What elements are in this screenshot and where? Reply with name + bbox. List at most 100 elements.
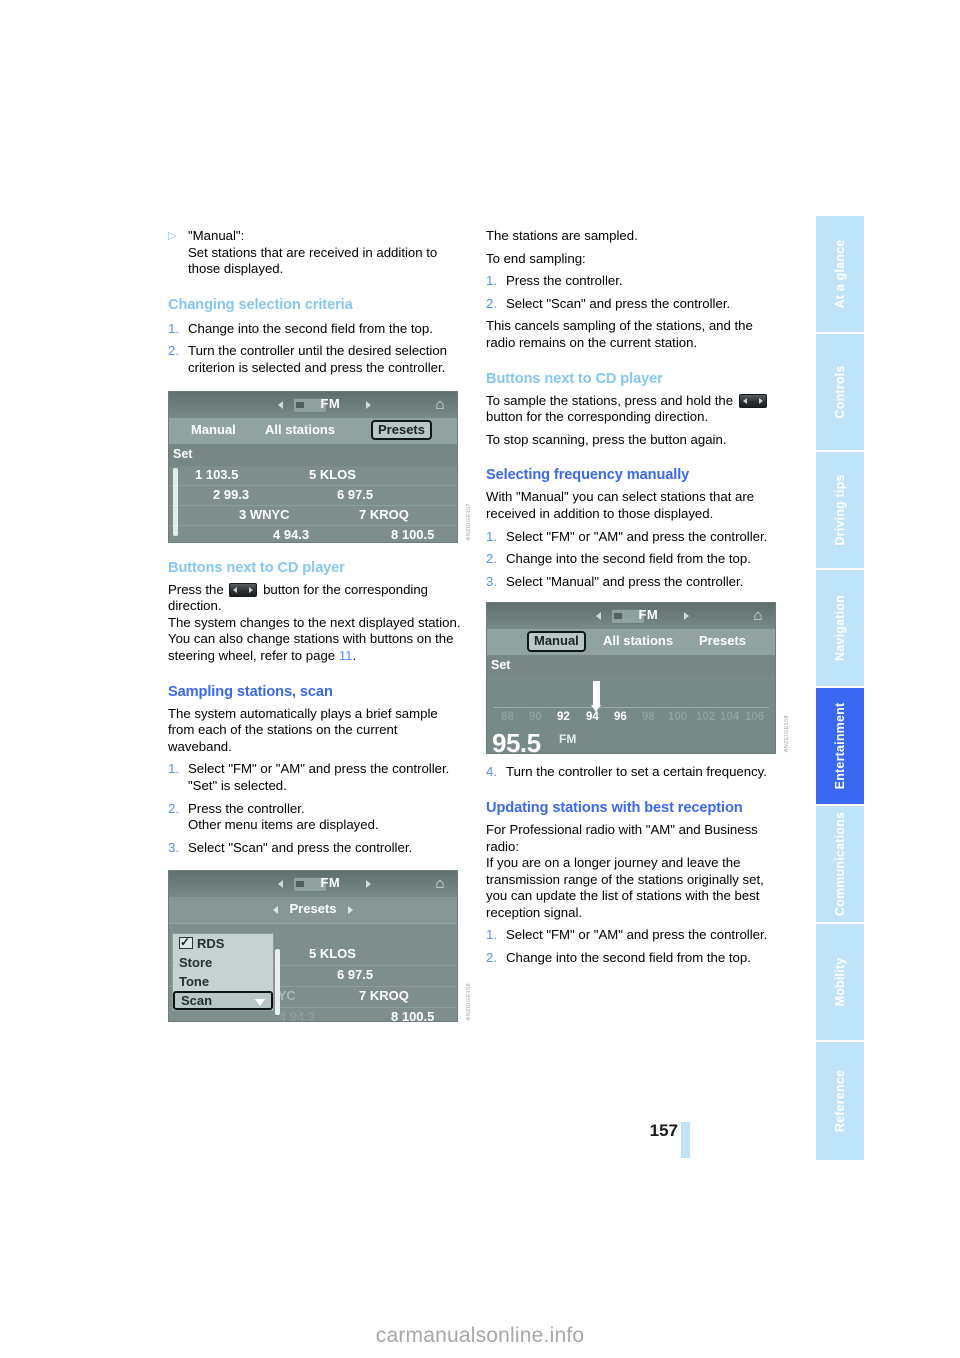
sidebar-tab-label: Driving tips xyxy=(833,474,847,546)
screen-scrollbar[interactable] xyxy=(173,467,178,536)
left-column: ▷ "Manual": Set stations that are receiv… xyxy=(168,228,472,1023)
sidebar-tab-label: Communications xyxy=(833,811,847,917)
step-sub: Other menu items are displayed. xyxy=(188,817,379,833)
menu-item-manual[interactable]: Manual xyxy=(527,631,586,652)
prev-arrow-icon[interactable] xyxy=(596,612,602,621)
preset-left: 3 WNYC xyxy=(239,506,290,522)
chevron-down-icon xyxy=(255,999,265,1007)
preset-right: 6 97.5 xyxy=(337,967,374,983)
dropdown-item-rds[interactable]: RDS xyxy=(173,933,273,953)
paragraph-with-manual: With "Manual" you can select stations th… xyxy=(486,489,755,521)
press-the-text: Press the xyxy=(168,581,224,597)
list-item-sampling-3: 3. Select "Scan" and press the controlle… xyxy=(168,840,464,857)
radio-screen-presets: FM ⌂ Manual All stations Presets Set 1 1… xyxy=(168,390,458,543)
bullet-manual: ▷ "Manual": Set stations that are receiv… xyxy=(168,228,464,278)
preset-row[interactable]: 3 WNYC 7 KROQ xyxy=(169,505,457,526)
preset-right: 8 100.5 xyxy=(391,1009,435,1023)
band-label: FM xyxy=(638,607,659,623)
menu-item-all-stations[interactable]: All stations xyxy=(603,633,673,650)
next-arrow-icon[interactable] xyxy=(365,400,371,409)
dropdown-item-store[interactable]: Store xyxy=(173,953,273,972)
prev-arrow-icon[interactable] xyxy=(278,400,284,409)
set-label[interactable]: Set xyxy=(173,446,192,463)
paragraph-press-button: Press the button for the corresponding d… xyxy=(168,582,464,615)
step-number: 3. xyxy=(486,573,497,589)
paragraph-stations-sampled: The stations are sampled. xyxy=(486,228,638,243)
freq-tick-102: 102 xyxy=(696,711,716,724)
dropdown-item-label: Store xyxy=(179,955,213,971)
sidebar-tab-entertainment[interactable]: Entertainment xyxy=(816,688,864,806)
step-number: 2. xyxy=(486,295,497,311)
preset-row[interactable]: 1 103.5 5 KLOS xyxy=(169,465,457,486)
dropdown-item-tone[interactable]: Tone xyxy=(173,972,273,991)
sidebar-tab-label: Navigation xyxy=(833,595,847,661)
paragraph-to-stop-scanning: To stop scanning, press the button again… xyxy=(486,431,727,447)
freq-tick-88: 88 xyxy=(501,711,514,724)
list-item-manual-1: 1. Select "FM" or "AM" and press the con… xyxy=(486,529,782,546)
sidebar-tab-label: Mobility xyxy=(833,957,847,1007)
step-text: Change into the second field from the to… xyxy=(506,551,751,567)
checkbox-checked-icon[interactable] xyxy=(179,933,193,952)
right-column: The stations are sampled. To end samplin… xyxy=(486,228,790,967)
step-text: Turn the controller to set a certain fre… xyxy=(506,764,767,780)
sidebar-tab-navigation[interactable]: Navigation xyxy=(816,570,864,688)
sidebar-tab-reference[interactable]: Reference xyxy=(816,1042,864,1160)
sidebar-tab-communications[interactable]: Communications xyxy=(816,806,864,924)
band-label: FM xyxy=(320,875,341,891)
sidebar-tab-at-a-glance[interactable]: At a glance xyxy=(816,216,864,334)
dropdown-item-label: Scan xyxy=(181,993,213,1009)
bullet-manual-line1: "Manual": xyxy=(188,228,245,243)
page-marker-bar xyxy=(681,1122,690,1158)
preset-row[interactable]: 2 99.3 6 97.5 xyxy=(169,485,457,506)
sidebar-tab-controls[interactable]: Controls xyxy=(816,334,864,452)
next-arrow-icon[interactable] xyxy=(683,612,689,621)
dropdown-item-scan[interactable]: Scan xyxy=(173,991,273,1011)
home-icon[interactable]: ⌂ xyxy=(429,875,451,893)
next-arrow-icon[interactable] xyxy=(365,880,371,889)
manual-page: At a glance Controls Driving tips Naviga… xyxy=(0,0,960,1358)
menu-item-presets[interactable]: Presets xyxy=(699,633,746,650)
presets-label[interactable]: Presets xyxy=(290,901,337,918)
menu-item-manual[interactable]: Manual xyxy=(191,422,236,439)
step-text: Press the controller. xyxy=(506,273,623,289)
screen-scrollbar[interactable] xyxy=(275,949,280,1016)
set-label[interactable]: Set xyxy=(491,657,510,674)
home-icon[interactable]: ⌂ xyxy=(747,607,769,625)
step-number: 2. xyxy=(486,950,497,966)
sidebar-tab-driving-tips[interactable]: Driving tips xyxy=(816,452,864,570)
rocker-button-icon xyxy=(229,582,258,597)
step-number: 1. xyxy=(168,761,179,777)
next-arrow-icon[interactable] xyxy=(348,906,354,915)
paragraph-sampling-intro: The system automatically plays a brief s… xyxy=(168,705,438,754)
period: . xyxy=(352,647,357,663)
frequency-scale-area[interactable]: 88 90 92 94 96 98 100 102 104 106 95.5 F… xyxy=(487,677,775,754)
frequency-axis-line xyxy=(493,707,769,709)
heading-buttons-next-to-cd-player-right: Buttons next to CD player xyxy=(486,370,663,387)
sidebar-tab-label: Reference xyxy=(833,1069,847,1133)
band-label: FM xyxy=(320,395,341,411)
figure-radio-scan-menu: FM ⌂ Presets 5 KLOS 6 97.5 N YC 7 KROQ 4… xyxy=(168,870,472,1023)
screen-topbar: FM ⌂ xyxy=(487,603,775,631)
paragraph-steering-wheel: You can also change stations with button… xyxy=(168,631,464,664)
prev-arrow-icon[interactable] xyxy=(272,906,278,915)
step-number: 2. xyxy=(168,343,179,359)
frequency-needle[interactable] xyxy=(591,681,601,713)
step-number: 1. xyxy=(168,320,179,336)
preset-left: 2 99.3 xyxy=(213,486,250,502)
preset-left: 4 94.3 xyxy=(279,1009,316,1023)
preset-left: 4 94.3 xyxy=(273,526,310,542)
sidebar-tab-mobility[interactable]: Mobility xyxy=(816,924,864,1042)
step-number: 1. xyxy=(486,528,497,544)
prev-arrow-icon[interactable] xyxy=(278,880,284,889)
page-reference-link[interactable]: 11 xyxy=(339,648,353,663)
step-text: Select "Scan" and press the controller. xyxy=(506,295,731,311)
screen-topbar: FM ⌂ xyxy=(169,391,457,419)
freq-tick-100: 100 xyxy=(668,711,688,724)
figure-code: ANZEIGE158 xyxy=(466,982,473,1021)
step-main: Press the controller. xyxy=(188,800,305,816)
paragraph-cancels-sampling: This cancels sampling of the stations, a… xyxy=(486,318,753,350)
menu-item-all-stations[interactable]: All stations xyxy=(265,422,335,439)
menu-item-presets[interactable]: Presets xyxy=(371,419,432,441)
home-icon[interactable]: ⌂ xyxy=(429,396,451,414)
preset-row[interactable]: 4 94.3 8 100.5 xyxy=(169,525,457,542)
